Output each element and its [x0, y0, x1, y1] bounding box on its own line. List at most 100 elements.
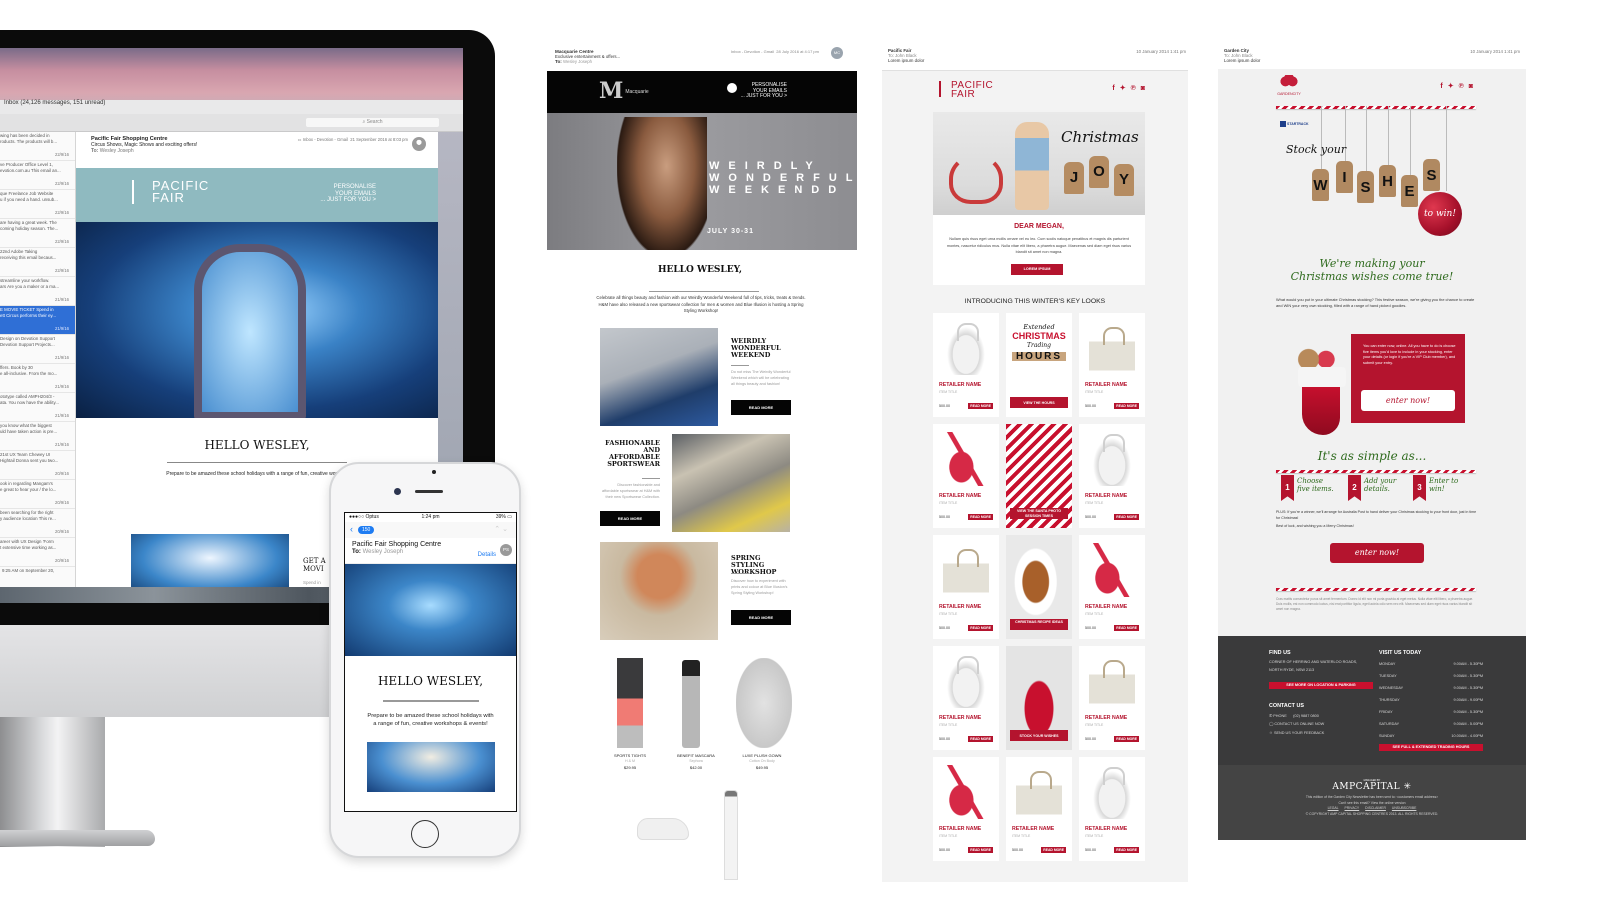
read-more-button[interactable]: READ MORE [731, 400, 791, 415]
ios-divider [382, 700, 479, 702]
message-list-item[interactable]: streamline your workflow. ars Are you a m… [0, 277, 75, 306]
ios-from: Pacific Fair Shopping Centre [352, 541, 442, 548]
chevron-down-icon[interactable]: ⌄ [502, 526, 508, 533]
message-list-item[interactable]: ototype called AMPH204/3 - ata. You now h… [0, 393, 75, 422]
back-chevron-icon[interactable]: ‹ [350, 525, 353, 534]
item-price: 500.00 [1012, 848, 1023, 852]
feature-image-spring [600, 542, 718, 640]
promo-stock-button[interactable]: STOCK YOUR WISHES [1010, 730, 1068, 741]
details-link[interactable]: Details [478, 552, 496, 558]
personalise-link[interactable]: PERSONALISE YOUR EMAILS... JUST FOR YOU > [320, 184, 376, 204]
read-more-button[interactable]: READ MORE [1041, 847, 1066, 853]
message-list-item[interactable]: wing has been decided in roducts. The pro… [0, 132, 75, 161]
message-list-item[interactable]: ook in regarding Mangam's e great to hear… [0, 480, 75, 509]
read-more-button[interactable]: READ MORE [731, 610, 791, 625]
instagram-icon[interactable]: ◙ [1469, 83, 1478, 90]
twitter-icon[interactable]: ✦ [1120, 85, 1131, 92]
message-list-item[interactable]: Design on Devotion Support Devotion Suppo… [0, 335, 75, 364]
message-list-item[interactable]: areer with UX Design 'Form t extensive ti… [0, 538, 75, 567]
product-sports-tights[interactable]: SPORTS TIGHTS H & M $29.95 [600, 753, 660, 770]
read-more-button[interactable]: READ MORE [1114, 514, 1139, 520]
read-more-button[interactable]: READ MORE [968, 625, 993, 631]
pinterest-icon[interactable]: ℗ [1459, 83, 1469, 90]
facebook-icon[interactable]: f [1440, 83, 1447, 90]
retailer-name: RETAILER NAME [939, 493, 982, 499]
extended-hours-button[interactable]: SEE FULL & EXTENDED TRADING HOURS [1379, 744, 1483, 751]
tag-string [1410, 106, 1411, 178]
twitter-icon[interactable]: ✦ [1448, 83, 1459, 90]
promo-santa-tile[interactable]: VIEW THE SANTA PHOTO SESSION TIMES [1006, 424, 1072, 528]
message-list-item[interactable]: 22nd Adobe Taking receiving this email be… [0, 248, 75, 277]
message-date: 21/9/16 [55, 384, 69, 390]
message-preview-line2: ata. You now have the ability... [0, 399, 59, 405]
product-tile[interactable]: RETAILER NAME ITEM TITLE 500.00 READ MORE [933, 646, 999, 750]
mq-personalise-link[interactable]: PERSONALISE YOUR EMAILS... JUST FOR YOU > [726, 82, 787, 100]
promo-hours-button[interactable]: VIEW THE HOURS [1010, 397, 1068, 408]
product-tile[interactable]: RETAILER NAME ITEM TITLE 500.00 READ MORE [1079, 313, 1145, 417]
mq-date: 28 July 2016 at 4:17 pm [776, 49, 819, 54]
read-more-button[interactable]: READ MORE [1114, 403, 1139, 409]
product-tile[interactable]: RETAILER NAME ITEM TITLE 500.00 READ MORE [933, 757, 999, 861]
product-tile[interactable]: RETAILER NAME ITEM TITLE 500.00 READ MORE [1006, 757, 1072, 861]
mail-search-field[interactable]: ⌕ Search [306, 118, 439, 127]
ios-to-label: To: [352, 549, 361, 555]
contact-online-link[interactable]: ◯ CONTACT US ONLINE NOW [1269, 720, 1324, 728]
promo-turkey-button[interactable]: CHRISTMAS RECIPE IDEAS [1010, 619, 1068, 630]
chevron-up-icon[interactable]: ⌃ [494, 526, 500, 533]
product-luxe-plush-gown[interactable]: LUXE PLUSH GOWN Cotton On Body $49.95 [732, 753, 792, 770]
legal-link-unsubscribe[interactable]: UNSUBSCRIBE [1392, 806, 1417, 810]
read-more-button[interactable]: READ MORE [600, 511, 660, 526]
read-more-button[interactable]: READ MORE [968, 736, 993, 742]
product-tile[interactable]: RETAILER NAME ITEM TITLE 500.00 READ MORE [1079, 646, 1145, 750]
read-more-button[interactable]: READ MORE [1114, 847, 1139, 853]
message-list-item[interactable]: ffers. Book by 30 e all-inclusive. From t… [0, 364, 75, 393]
message-list-item[interactable]: are having a great week. The coming holid… [0, 219, 75, 248]
product-tile[interactable]: RETAILER NAME ITEM TITLE 500.00 READ MORE [1079, 757, 1145, 861]
pinterest-icon[interactable]: ℗ [1131, 85, 1141, 92]
message-list-item[interactable]: E MOVIE TICKET Spend in ett Circus perfor… [0, 306, 75, 335]
lorem-ipsum-button[interactable]: LOREM IPSUM [1011, 264, 1063, 275]
read-more-button[interactable]: READ MORE [1114, 736, 1139, 742]
address-line2: NORTH RYDE, NSW 2113 [1269, 668, 1315, 673]
legal-link-legal[interactable]: LEGAL [1328, 806, 1339, 810]
gc-logo-text: GARDENCITY [1277, 92, 1301, 96]
home-button[interactable] [411, 820, 439, 848]
product-benefit-mascara[interactable]: BENEFIT MASCARA Sephora $42.00 [666, 753, 726, 770]
pfx-mail-header: Pacific Fair To: John Black Lorem ipsum … [888, 48, 924, 63]
message-list[interactable]: wing has been decided in roducts. The pro… [0, 132, 76, 587]
gc-date: 10 January 2014 1:41 pm [1470, 49, 1520, 54]
pacific-fair-banner[interactable]: PACIFIC FAIR PERSONALISE YOUR EMAILS... JU… [76, 168, 438, 222]
instagram-icon[interactable]: ◙ [1141, 85, 1150, 92]
read-more-button[interactable]: READ MORE [968, 847, 993, 853]
tag-string [1321, 106, 1322, 171]
message-list-item[interactable]: been searching for the right y audience l… [0, 509, 75, 538]
promo-turkey-tile[interactable]: CHRISTMAS RECIPE IDEAS [1006, 535, 1072, 639]
location-parking-button[interactable]: SEE MORE ON LOCATION & PARKING [1269, 682, 1373, 689]
product-tile[interactable]: RETAILER NAME ITEM TITLE 500.00 READ MORE [1079, 535, 1145, 639]
product-image-spray [724, 790, 738, 880]
enter-now-button[interactable]: enter now! [1361, 390, 1455, 411]
product-tile[interactable]: RETAILER NAME ITEM TITLE 500.00 READ MORE [933, 424, 999, 528]
product-tile[interactable]: RETAILER NAME ITEM TITLE 500.00 READ MORE [933, 535, 999, 639]
read-more-button[interactable]: READ MORE [968, 514, 993, 520]
legal-link-disclaimer[interactable]: DISCLAIMER [1365, 806, 1386, 810]
garden-city-logo: GARDENCITY [1276, 75, 1302, 101]
facebook-icon[interactable]: f [1112, 85, 1119, 92]
enter-now-cta-button[interactable]: enter now! [1330, 543, 1424, 563]
read-more-button[interactable]: READ MORE [1114, 625, 1139, 631]
product-tile[interactable]: RETAILER NAME ITEM TITLE 500.00 READ MORE [1079, 424, 1145, 528]
back-unread-badge[interactable]: 150 [358, 526, 375, 534]
legal-link-privacy[interactable]: PRIVACY [1345, 806, 1360, 810]
promo-hours-tile[interactable]: Extended CHRISTMAS Trading HOURS VIEW THE HO… [1006, 313, 1072, 417]
promo-stock-tile[interactable]: STOCK YOUR WISHES [1006, 646, 1072, 750]
message-list-item[interactable]: ve Producer Office Level 1, evotion.com.a… [0, 161, 75, 190]
message-list-item[interactable]: que Freelance Job Website u if you need a… [0, 190, 75, 219]
promo-santa-button[interactable]: VIEW THE SANTA PHOTO SESSION TIMES [1010, 508, 1068, 519]
message-list-item[interactable]: 21st UX Team Chewey UI Hightail Donna sen… [0, 451, 75, 480]
message-nav-arrows[interactable]: ⌃ ⌄ [494, 525, 508, 533]
read-more-button[interactable]: READ MORE [968, 403, 993, 409]
message-list-item[interactable]: you know what the biggest uld have taken … [0, 422, 75, 451]
product-tile[interactable]: RETAILER NAME ITEM TITLE 500.00 READ MORE [933, 313, 999, 417]
feedback-link[interactable]: ☺ SEND US YOUR FEEDBACK [1269, 729, 1324, 737]
contact-phone[interactable]: ✆ PHONE (02) 9887 0800 [1269, 712, 1324, 720]
